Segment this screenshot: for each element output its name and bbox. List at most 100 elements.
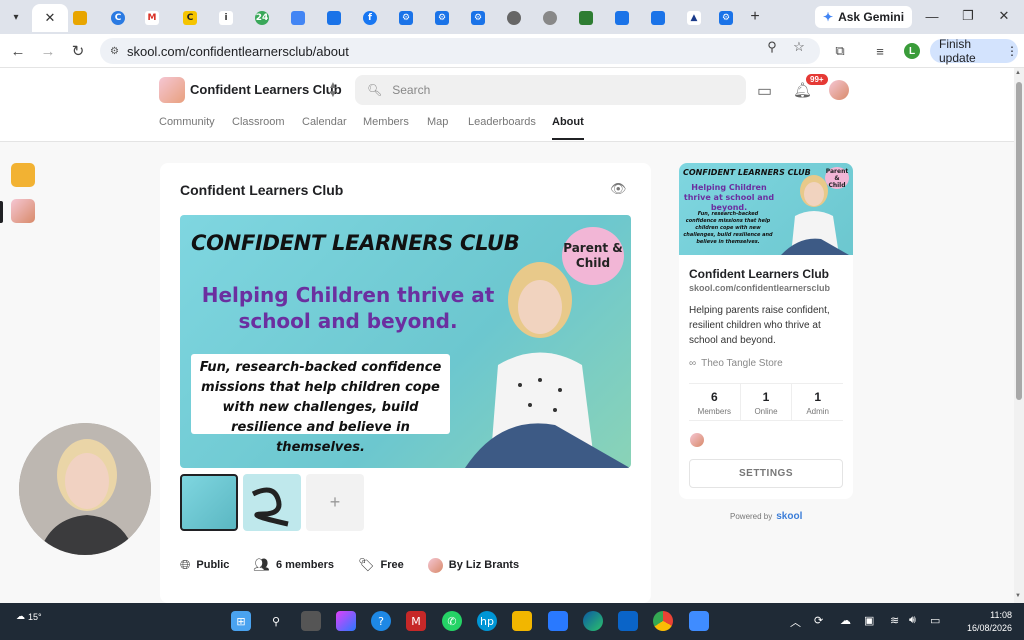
address-url[interactable]: skool.com/confidentlearnersclub/about (127, 44, 349, 59)
battery-icon[interactable]: ▭ (930, 614, 940, 627)
chrome-icon[interactable] (653, 611, 673, 631)
tab-map[interactable]: Map (427, 116, 468, 140)
store-icon[interactable] (548, 611, 568, 631)
tab-4[interactable]: C (172, 4, 208, 32)
stat-admin[interactable]: 1 Admin (792, 384, 843, 420)
address-bar[interactable]: ⚙ skool.com/confidentlearnersclub/about (100, 38, 820, 64)
thumbnail-cover[interactable] (180, 474, 238, 531)
outlook-icon[interactable] (618, 611, 638, 631)
tab-gmail[interactable]: M (134, 4, 170, 32)
tab-facebook[interactable]: f (352, 4, 388, 32)
stat-online[interactable]: 1 Online (741, 384, 793, 420)
group-switcher-icon[interactable]: ▲ ▼ (328, 81, 338, 100)
tab-members[interactable]: Members (363, 116, 427, 140)
tab-13[interactable] (496, 4, 532, 32)
tab-7[interactable] (280, 4, 316, 32)
tray-cloud-icon[interactable]: ☁ (840, 614, 851, 627)
volume-icon[interactable]: 🔊︎ (909, 614, 916, 627)
settings-button[interactable]: SETTINGS (689, 459, 843, 488)
search-input[interactable] (392, 83, 723, 97)
info-icon: i (219, 11, 233, 25)
tray-app-icon[interactable]: ▣ (864, 614, 874, 627)
facebook-icon: f (363, 11, 377, 25)
system-clock[interactable]: 11:08 16/08/2026 (962, 609, 1012, 635)
tab-19[interactable]: ⚙ (708, 4, 744, 32)
ask-gemini-button[interactable]: ✦ Ask Gemini (815, 6, 913, 28)
windows-start-icon[interactable]: ⊞ (231, 611, 251, 631)
tab-12[interactable]: ⚙ (460, 4, 496, 32)
tab-5[interactable]: i (208, 4, 244, 32)
weather-widget[interactable]: ☁ 15° (16, 611, 42, 622)
tab-18[interactable]: ▲ (676, 4, 712, 32)
file-explorer-icon[interactable] (512, 611, 532, 631)
member-avatar[interactable] (690, 433, 704, 447)
user-avatar[interactable] (829, 80, 849, 100)
tab-15[interactable] (568, 4, 604, 32)
close-icon[interactable]: ✕ (45, 10, 56, 26)
tab-classroom[interactable]: Classroom (232, 116, 302, 140)
rail-group-avatar[interactable] (11, 163, 35, 187)
tab-community[interactable]: Community (159, 116, 232, 140)
chat-icon[interactable]: ▭ (757, 81, 772, 101)
tab-search-button[interactable]: ▾ (6, 7, 26, 27)
tab-8[interactable] (316, 4, 352, 32)
restore-icon[interactable]: ❐ (958, 6, 978, 26)
owner-meta[interactable]: By Liz Brants (427, 557, 519, 573)
edge-icon[interactable] (583, 611, 603, 631)
mcafee-icon[interactable]: M (406, 611, 426, 631)
sidebar-group-url[interactable]: skool.com/confidentlearnersclub (689, 283, 830, 293)
tab-14[interactable] (532, 4, 568, 32)
new-tab-button[interactable]: + (745, 7, 765, 27)
forward-arrow-icon[interactable]: → (38, 41, 58, 61)
tab-17[interactable] (640, 4, 676, 32)
tab-2[interactable]: C (100, 4, 136, 32)
thumbnail-journey[interactable] (243, 474, 301, 531)
reload-icon[interactable]: ↻ (68, 41, 88, 61)
tray-expand-icon[interactable]: ︿ (790, 614, 801, 630)
scroll-up-icon[interactable]: ▲ (1015, 70, 1021, 76)
group-name[interactable]: Confident Learners Club (190, 82, 342, 97)
tab-10[interactable]: ⚙ (388, 4, 424, 32)
scroll-down-icon[interactable]: ▼ (1015, 593, 1021, 599)
cover-banner[interactable]: CONFIDENT LEARNERS CLUB Helping Children… (180, 215, 631, 468)
group-avatar[interactable] (159, 77, 185, 103)
profile-avatar[interactable]: L (904, 43, 920, 59)
add-media-button[interactable]: + (306, 474, 364, 531)
zoom-icon[interactable]: ⚲ (762, 37, 782, 57)
media-control-icon[interactable]: ≡ (870, 41, 890, 61)
bookmark-star-icon[interactable]: ☆ (789, 37, 809, 57)
skool-logo: skool (776, 511, 803, 522)
whatsapp-icon[interactable]: ✆ (442, 611, 462, 631)
page-scrollbar[interactable]: ▲ ▼ (1014, 68, 1024, 603)
hp-icon[interactable]: hp (477, 611, 497, 631)
tab-16[interactable] (604, 4, 640, 32)
taskbar-search-icon[interactable]: ⚲ (266, 611, 286, 631)
wifi-icon[interactable]: ≋ (890, 614, 899, 627)
sidebar-link[interactable]: ∞ Theo Tangle Store (689, 358, 783, 369)
powered-by[interactable]: Powered by skool (730, 511, 802, 522)
back-arrow-icon[interactable]: ← (8, 41, 28, 61)
tab-calendar[interactable]: Calendar (302, 116, 363, 140)
finish-update-button[interactable]: Finish update ⋮ (930, 37, 1018, 65)
tray-sync-icon[interactable]: ⟳ (814, 614, 823, 627)
copilot-icon[interactable] (336, 611, 356, 631)
photos-icon[interactable] (689, 611, 709, 631)
eye-icon[interactable]: 👁︎ (610, 181, 627, 197)
extensions-icon[interactable]: ⧉ (830, 41, 850, 61)
rail-group-avatar-active[interactable] (11, 199, 35, 223)
tab-leaderboards[interactable]: Leaderboards (468, 116, 552, 140)
search-bar[interactable]: 🔍︎ (355, 75, 746, 105)
tab-6[interactable]: 24 (244, 4, 280, 32)
task-view-icon[interactable] (301, 611, 321, 631)
site-info-icon[interactable]: ⚙ (110, 46, 119, 57)
tab-11[interactable]: ⚙ (424, 4, 460, 32)
help-icon[interactable]: ? (371, 611, 391, 631)
close-window-icon[interactable]: ✕ (994, 6, 1014, 26)
tab-about[interactable]: About (552, 116, 584, 140)
sidebar-banner-body: Fun, research-backed confidence missions… (683, 211, 773, 245)
tab-1[interactable] (62, 4, 98, 32)
stat-members[interactable]: 6 Members (689, 384, 741, 420)
scroll-thumb[interactable] (1016, 82, 1022, 400)
banner-heading: CONFIDENT LEARNERS CLUB (191, 231, 520, 255)
minimize-icon[interactable]: — (922, 6, 942, 26)
